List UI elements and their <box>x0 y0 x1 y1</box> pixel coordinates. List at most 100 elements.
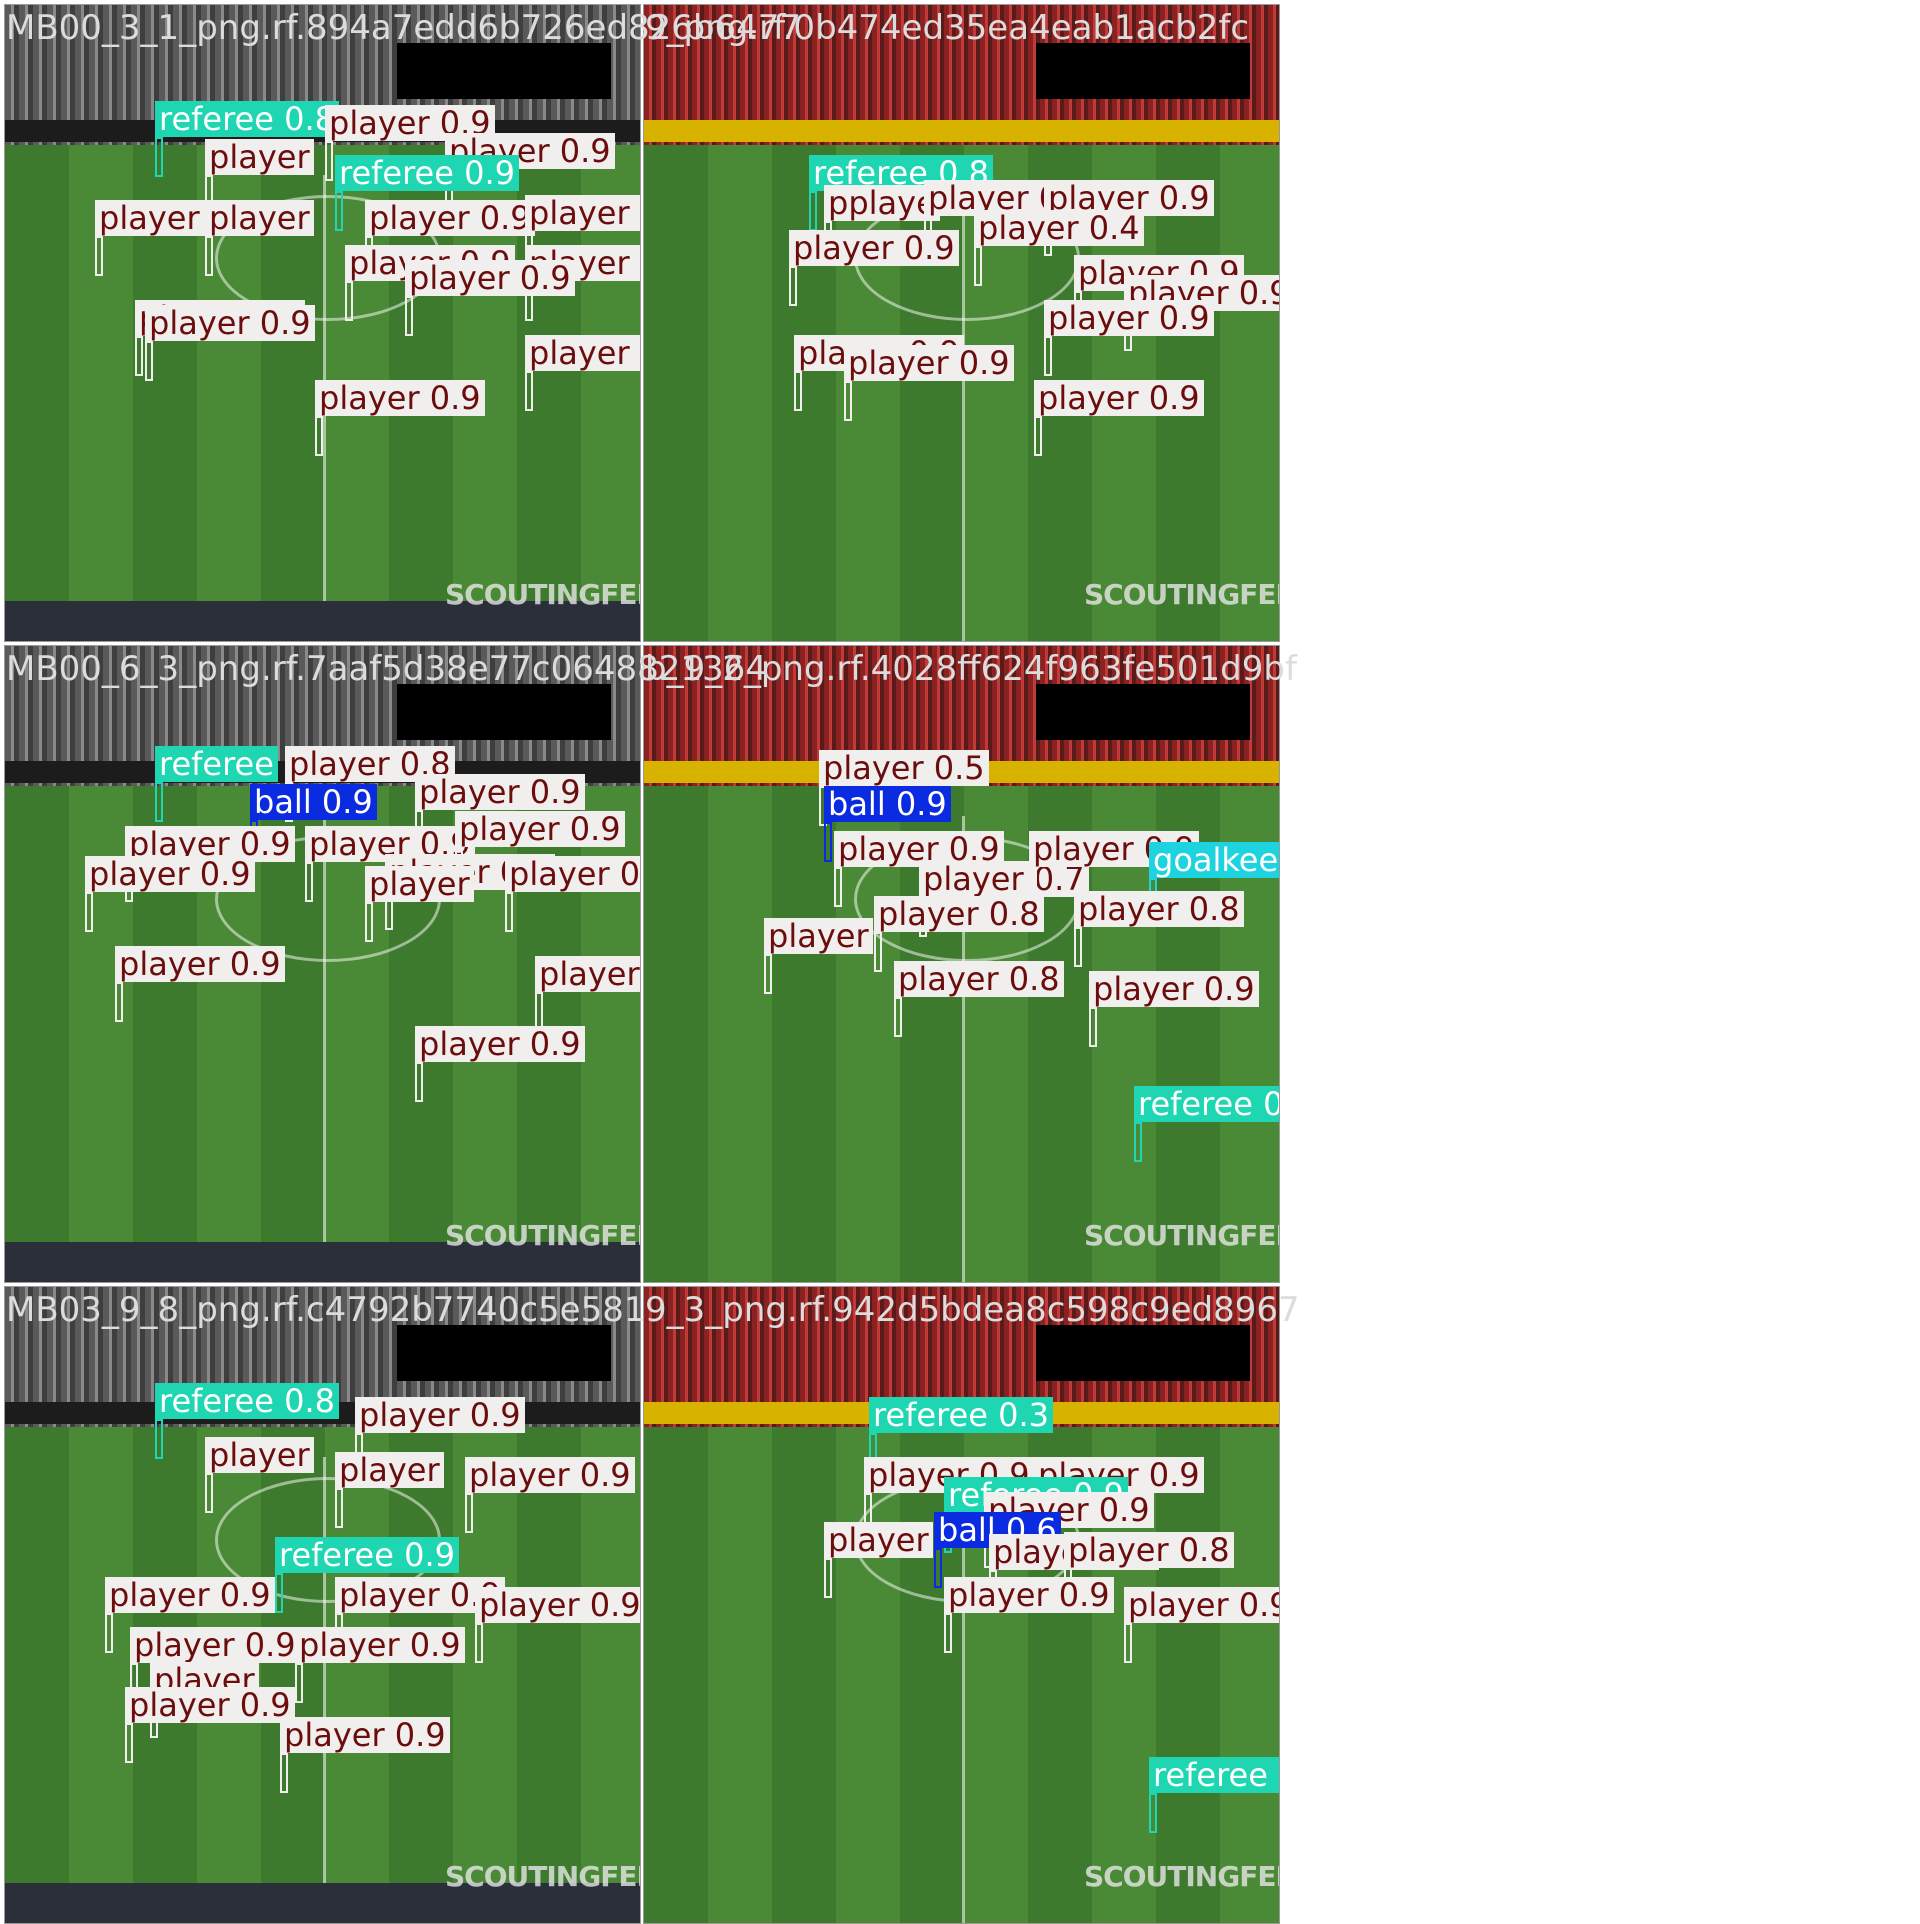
detection-label: player 0.9 <box>115 946 285 982</box>
detection-label: player <box>365 866 474 902</box>
bounding-box <box>465 1493 473 1533</box>
bounding-box <box>305 862 313 902</box>
redaction-box <box>397 43 611 99</box>
bounding-box <box>1044 336 1052 376</box>
detection-label: referee 0.9 <box>335 155 519 191</box>
bounding-box <box>280 1753 288 1793</box>
detection-label: player 0.9 <box>365 200 535 236</box>
bounding-box <box>155 1419 163 1459</box>
bounding-box <box>115 982 123 1022</box>
detection-label: referee 0.3 <box>869 1397 1053 1433</box>
detection-label: player 0.5 <box>819 750 989 786</box>
detection-label: player 0.9 <box>295 1627 465 1663</box>
detection-label: goalkeeper 0.9 <box>1149 842 1279 878</box>
detection-label: player <box>335 1452 444 1488</box>
detection-label: player 0.9 <box>455 811 625 847</box>
bounding-box <box>824 822 832 862</box>
bounding-box <box>95 236 103 276</box>
image-filename: 9_3_png.rf.942d5bdea8c598c9ed8967 <box>645 1290 1300 1330</box>
watermark: SCOUTINGFEED <box>445 578 640 611</box>
bounding-box <box>205 1473 213 1513</box>
detection-label: player 0.9 <box>415 1026 585 1062</box>
detection-label: referee 0.9 <box>275 1537 459 1573</box>
detection-label: player 0.9 <box>1124 1587 1279 1623</box>
detection-label: player <box>764 918 873 954</box>
bounding-box <box>405 296 413 336</box>
bounding-box <box>944 1613 952 1653</box>
detection-label: player 0.9 <box>85 856 255 892</box>
detection-label: ball 0.9 <box>250 784 377 820</box>
watermark: SCOUTINGFEED <box>1084 1860 1279 1893</box>
detection-label: player 0.9 <box>525 335 640 371</box>
detection-label: player 0.9 <box>130 1627 300 1663</box>
detection-label: referee 0.9 <box>1134 1086 1279 1122</box>
bounding-box <box>415 1062 423 1102</box>
bounding-box <box>85 892 93 932</box>
detection-label: player 0.9 <box>1034 380 1204 416</box>
bounding-box <box>789 266 797 306</box>
detection-label: player 0.9 <box>125 1687 295 1723</box>
detection-tile: SCOUTINGFEEDreferee 0.8pplayeplayer 0.6p… <box>643 4 1280 642</box>
redaction-box <box>1036 684 1250 740</box>
bounding-box <box>125 1723 133 1763</box>
bounding-box <box>325 141 333 181</box>
advertising-boards <box>644 120 1279 142</box>
bounding-box <box>794 371 802 411</box>
redaction-box <box>1036 43 1250 99</box>
detection-label: pplaye <box>824 185 940 221</box>
bounding-box <box>974 246 982 286</box>
detection-tile: SCOUTINGFEED referee 0.3 player 0.9 player … <box>643 1286 1280 1924</box>
detection-label: player 0.9 <box>405 260 575 296</box>
detection-label: player 0.4 <box>974 210 1144 246</box>
detection-label: player <box>205 139 314 175</box>
detection-label: player 0.8 <box>874 896 1044 932</box>
watermark: SCOUTINGFEED <box>445 1860 640 1893</box>
detection-tile: SCOUTINGFEEDreferee 0.8player 0.9playerp… <box>4 1286 641 1924</box>
image-filename: 9_png.rf.0b474ed35ea4eab1acb2fc <box>645 8 1250 48</box>
bounding-box <box>844 381 852 421</box>
bounding-box <box>1074 927 1082 967</box>
detection-tile: SCOUTINGFEED referee 0.8 player 0.9 player p… <box>4 4 641 642</box>
detection-label: player 0.9 <box>315 380 485 416</box>
detection-label: player 0.9 <box>789 230 959 266</box>
bounding-box <box>155 782 163 822</box>
bounding-box <box>105 1613 113 1653</box>
bounding-box <box>525 371 533 411</box>
detection-label: player <box>824 1522 933 1558</box>
detection-label: player 0.9 <box>944 1577 1114 1613</box>
bounding-box <box>315 416 323 456</box>
bounding-box <box>1134 1122 1142 1162</box>
bounding-box <box>475 1623 483 1663</box>
bounding-box <box>834 867 842 907</box>
redaction-box <box>397 1325 611 1381</box>
detection-label: player 0.9 <box>145 305 315 341</box>
detection-label: player 0.9 <box>355 1397 525 1433</box>
bounding-box <box>335 1488 343 1528</box>
detection-label: player 0.9 <box>525 195 640 231</box>
bounding-box <box>1089 1007 1097 1047</box>
detection-label: referee 0.8 <box>155 101 339 137</box>
detection-label: player 0.9 <box>1044 300 1214 336</box>
detection-label: player 0.8 <box>1074 891 1244 927</box>
bounding-box <box>874 932 882 972</box>
detection-label: player <box>205 200 314 236</box>
redaction-box <box>1036 1325 1250 1381</box>
bounding-box <box>275 1573 283 1613</box>
detection-label: player 0.9 <box>475 1587 640 1623</box>
bounding-box <box>205 236 213 276</box>
bounding-box <box>145 341 153 381</box>
detection-label: player 0.9 <box>505 856 640 892</box>
detection-label: referee <box>155 746 278 782</box>
bounding-box <box>135 336 143 376</box>
detection-label: player 0.9 <box>415 774 585 810</box>
redaction-box <box>397 684 611 740</box>
image-filename: b_9_2_png.rf.4028ff624f963fe501d9bf <box>645 649 1297 689</box>
detection-label: player 0.9 <box>844 345 1014 381</box>
bounding-box <box>295 1663 303 1703</box>
bounding-box <box>1034 416 1042 456</box>
detection-label: player 0.9 <box>1089 971 1259 1007</box>
bounding-box <box>1149 1793 1157 1833</box>
detection-label: player <box>205 1437 314 1473</box>
bounding-box <box>764 954 772 994</box>
detection-label: referee 0.8 <box>155 1383 339 1419</box>
